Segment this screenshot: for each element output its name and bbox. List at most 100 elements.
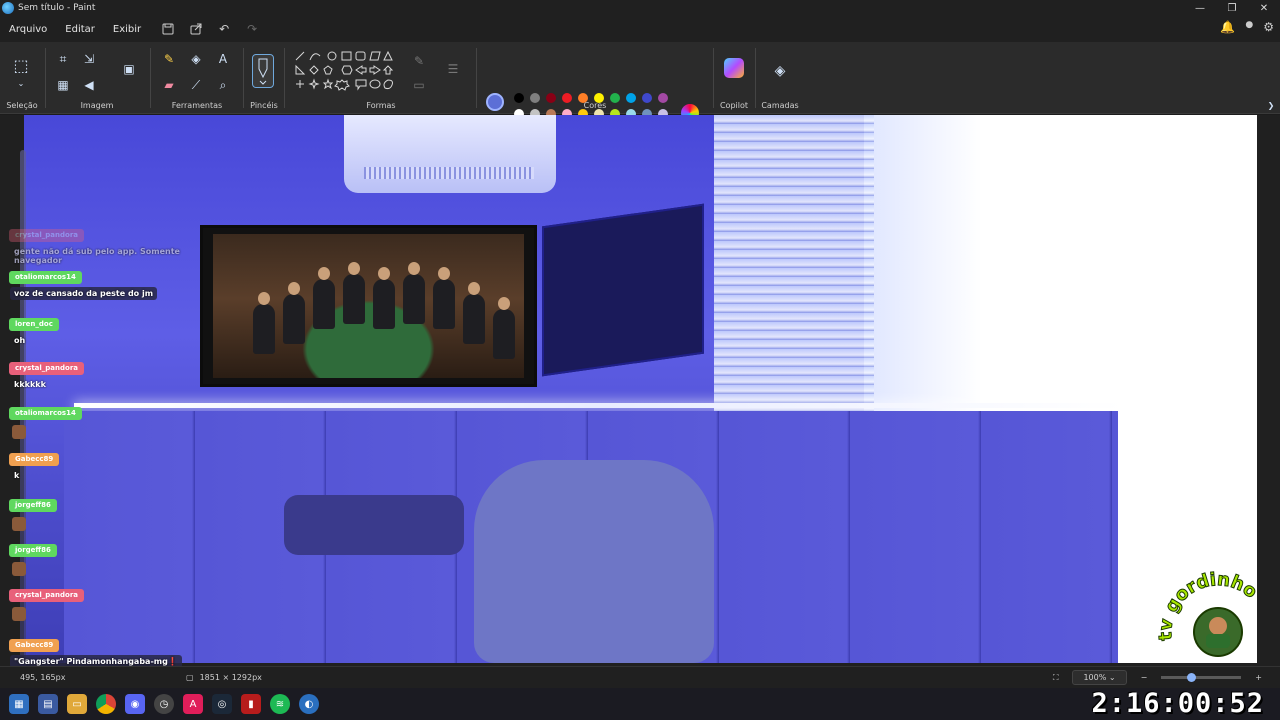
painting-figure bbox=[463, 282, 485, 344]
chat-username: otaliomarcos14 bbox=[9, 271, 82, 284]
ribbon-collapse-icon[interactable]: ❯ bbox=[1262, 96, 1280, 114]
group-cores: Cores bbox=[478, 42, 712, 114]
steam-icon[interactable]: ◎ bbox=[212, 694, 232, 714]
ribbon-divider bbox=[755, 48, 756, 108]
ac-vent bbox=[364, 167, 534, 179]
chat-username: Gabecc89 bbox=[9, 453, 60, 466]
eraser-icon[interactable]: ▰ bbox=[160, 76, 178, 94]
fill-icon[interactable]: ◈ bbox=[187, 50, 205, 68]
poker-painting bbox=[200, 225, 537, 387]
widgets-icon[interactable]: ▤ bbox=[38, 694, 58, 714]
painting-figure bbox=[313, 267, 335, 329]
paint-window: Sem título - Paint — ❐ ✕ Arquivo Editar … bbox=[0, 0, 1280, 720]
copilot-icon[interactable] bbox=[724, 58, 744, 78]
start-icon[interactable]: ▦ bbox=[9, 694, 29, 714]
share-icon[interactable] bbox=[186, 19, 206, 39]
chat-message: gente não dá sub pelo app. Somente naveg… bbox=[14, 247, 180, 265]
brushes-button[interactable] bbox=[252, 54, 274, 88]
text-icon[interactable]: A bbox=[214, 50, 232, 68]
window-controls: — ❐ ✕ bbox=[1184, 0, 1280, 16]
app-red-icon[interactable]: ▮ bbox=[241, 694, 261, 714]
group-selecao: ⬚ ⌄ Seleção bbox=[0, 42, 44, 114]
selection-icon[interactable]: ⬚ bbox=[12, 56, 30, 75]
painting-scene bbox=[213, 234, 524, 378]
chat-username: crystal_pandora bbox=[9, 589, 85, 602]
paint-taskbar-icon[interactable]: ◐ bbox=[299, 694, 319, 714]
chevron-down-icon[interactable]: ⌄ bbox=[12, 74, 30, 92]
palette-color-swatch[interactable] bbox=[594, 93, 604, 103]
gear-icon[interactable]: ⚙ bbox=[1263, 20, 1274, 34]
zoom-controls: ⛶ 100% ⌄ − + bbox=[1053, 670, 1262, 685]
chat-username: otaliomarcos14 bbox=[9, 407, 82, 420]
resize-icon[interactable]: ⇲ bbox=[80, 50, 98, 68]
zoom-in-icon[interactable]: + bbox=[1255, 673, 1262, 682]
notification-icon[interactable]: 🔔 bbox=[1220, 20, 1235, 34]
led-strip bbox=[74, 403, 1124, 408]
fill-shape-icon[interactable]: ▭ bbox=[410, 76, 428, 94]
chat-message: oh bbox=[14, 336, 26, 345]
status-bar: 495, 165px ▢ 1851 × 1292px ⛶ 100% ⌄ − + bbox=[0, 666, 1280, 688]
outline-icon[interactable]: ✎ bbox=[410, 52, 428, 70]
app-a-icon[interactable]: A bbox=[183, 694, 203, 714]
palette-color-swatch[interactable] bbox=[530, 93, 540, 103]
zoom-value: 100% bbox=[1083, 673, 1107, 682]
palette-color-swatch[interactable] bbox=[578, 93, 588, 103]
chat-username: Gabecc89 bbox=[9, 639, 60, 652]
group-label-selecao: Seleção bbox=[6, 101, 38, 110]
painting-figure bbox=[283, 282, 305, 344]
group-camadas: ◈ Camadas bbox=[758, 42, 802, 114]
palette-color-swatch[interactable] bbox=[514, 93, 524, 103]
title-bar: Sem título - Paint — ❐ ✕ bbox=[0, 0, 1280, 16]
painting-figure bbox=[343, 262, 365, 324]
maximize-button[interactable]: ❐ bbox=[1216, 0, 1248, 16]
clock-app-icon[interactable]: ◷ bbox=[154, 694, 174, 714]
chat-message: kkkkkk bbox=[14, 380, 46, 389]
zoom-select[interactable]: 100% ⌄ bbox=[1072, 670, 1127, 685]
menu-exibir[interactable]: Exibir bbox=[104, 24, 150, 35]
menu-arquivo[interactable]: Arquivo bbox=[0, 24, 56, 35]
color-picker-icon[interactable]: ⟋ bbox=[187, 76, 205, 94]
canvas-size-icon: ▢ bbox=[186, 673, 194, 682]
account-icon[interactable]: ● bbox=[1245, 20, 1253, 34]
chat-emote bbox=[12, 562, 26, 576]
fit-to-window-icon[interactable]: ⛶ bbox=[1053, 673, 1059, 683]
shapes-gallery[interactable] bbox=[292, 50, 400, 94]
menu-bar: Arquivo Editar Exibir ↶ ↷ 🔔 ● ⚙ bbox=[0, 16, 1280, 42]
palette-color-swatch[interactable] bbox=[610, 93, 620, 103]
chat-emote bbox=[12, 517, 26, 531]
zoom-slider[interactable] bbox=[1161, 673, 1242, 682]
primary-color-swatch[interactable] bbox=[486, 93, 504, 111]
palette-color-swatch[interactable] bbox=[642, 93, 652, 103]
discord-icon[interactable]: ◉ bbox=[125, 694, 145, 714]
save-icon[interactable] bbox=[158, 19, 178, 39]
menu-editar[interactable]: Editar bbox=[56, 24, 104, 35]
shape-size-icon[interactable]: ☰ bbox=[444, 60, 462, 78]
undo-icon[interactable]: ↶ bbox=[214, 19, 234, 39]
crop-icon[interactable]: ⌗ bbox=[54, 50, 72, 68]
file-explorer-icon[interactable]: ▭ bbox=[67, 694, 87, 714]
zoom-out-icon[interactable]: − bbox=[1141, 673, 1148, 682]
layers-icon[interactable]: ◈ bbox=[771, 62, 789, 80]
background-removal-icon[interactable]: ▣ bbox=[120, 60, 138, 78]
air-conditioner bbox=[344, 115, 556, 193]
image-select-icon[interactable]: ▦ bbox=[54, 76, 72, 94]
spotify-icon[interactable]: ≋ bbox=[270, 694, 290, 714]
rotate-icon[interactable]: ◀ bbox=[80, 76, 98, 94]
redo-icon[interactable]: ↷ bbox=[242, 19, 262, 39]
ribbon: ⬚ ⌄ Seleção ⌗ ⇲ ▣ ▦ ◀ Imagem ✎ ◈ A ▰ ⟋ ⌕… bbox=[0, 42, 1280, 135]
logo-body bbox=[1206, 634, 1230, 648]
palette-color-swatch[interactable] bbox=[546, 93, 556, 103]
chat-username: jorgeff86 bbox=[9, 544, 57, 557]
palette-color-swatch[interactable] bbox=[658, 93, 668, 103]
palette-color-swatch[interactable] bbox=[626, 93, 636, 103]
pillow bbox=[474, 460, 714, 663]
palette-color-swatch[interactable] bbox=[562, 93, 572, 103]
pencil-icon[interactable]: ✎ bbox=[160, 50, 178, 68]
close-button[interactable]: ✕ bbox=[1248, 0, 1280, 16]
chat-message: voz de cansado da peste do jm bbox=[10, 287, 158, 300]
magnifier-icon[interactable]: ⌕ bbox=[214, 76, 232, 94]
group-label-formas: Formas bbox=[366, 101, 396, 110]
chrome-icon[interactable] bbox=[96, 694, 116, 714]
minimize-button[interactable]: — bbox=[1184, 0, 1216, 16]
chat-username: crystal_pandora bbox=[9, 229, 85, 242]
